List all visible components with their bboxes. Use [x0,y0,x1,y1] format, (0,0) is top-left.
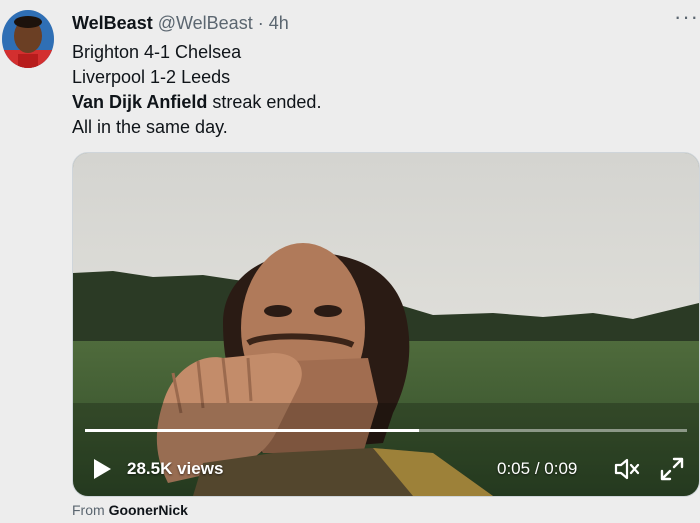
attribution-prefix: From [72,502,109,518]
play-icon[interactable] [91,457,113,481]
video-player[interactable]: 28.5K views 0:05 / 0:09 [72,152,700,497]
video-attribution: From GoonerNick [72,500,188,520]
time-readout: 0:05 / 0:09 [497,457,577,481]
tweet-line-3: Van Dijk Anfield streak ended. [72,90,321,115]
handle[interactable]: @WelBeast [158,13,253,33]
tweet-line-2: Liverpool 1-2 Leeds [72,67,231,87]
time-total: 0:09 [544,459,578,478]
video-frame [73,153,699,496]
attribution-source[interactable]: GoonerNick [109,502,188,518]
timestamp[interactable]: 4h [269,13,289,33]
mute-icon[interactable] [613,456,641,482]
display-name[interactable]: WelBeast [72,13,153,33]
header-separator: · [257,13,264,33]
time-separator: / [530,459,545,478]
time-current: 0:05 [497,459,531,478]
tweet-line-4: All in the same day. [72,117,228,137]
progress-bar[interactable] [85,429,687,432]
tweet-line-1: Brighton 4-1 Chelsea [72,42,242,62]
tweet-header: WelBeast @WelBeast · 4h [72,12,289,34]
tweet-line-3-rest: streak ended. [207,92,322,112]
progress-fill [85,429,420,432]
tweet-line-3-bold: Van Dijk Anfield [72,92,208,112]
view-count: 28.5K views [127,459,224,478]
avatar-image [2,10,54,68]
more-options-icon[interactable]: ··· [674,6,700,32]
fullscreen-icon[interactable] [659,456,685,482]
tweet-text: Brighton 4-1 Chelsea Liverpool 1-2 Leeds… [72,40,321,140]
avatar[interactable] [2,10,54,68]
